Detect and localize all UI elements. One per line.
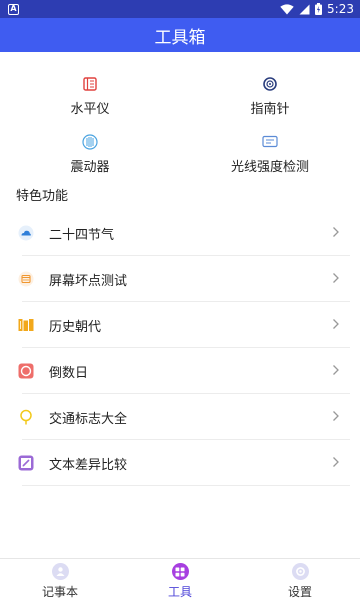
notebook-icon: [51, 563, 69, 580]
list-item-label: 屏幕坏点测试: [49, 273, 128, 289]
signal-icon: [299, 4, 310, 14]
tool-level[interactable]: 水平仪: [0, 74, 180, 120]
list-item-label: 交通标志大全: [49, 411, 128, 427]
list-item-screen-test[interactable]: 屏幕坏点测试: [0, 256, 360, 302]
compass-icon: [263, 77, 277, 91]
nav-label: 记事本: [41, 585, 78, 599]
vibrator-icon: [82, 134, 98, 150]
list-item-countdown[interactable]: 倒数日: [0, 348, 360, 394]
tool-compass[interactable]: 指南针: [180, 74, 360, 120]
list-item-text-diff[interactable]: 文本差异比较: [0, 440, 360, 486]
bottom-navigation: 记事本 工具 设置: [0, 558, 360, 600]
list-item-history-dynasty[interactable]: 历史朝代: [0, 302, 360, 348]
list-item-label: 文本差异比较: [49, 457, 128, 473]
list-item-label: 历史朝代: [49, 319, 102, 335]
light-meter-icon: [262, 135, 278, 148]
divider: [22, 485, 350, 486]
nav-notebook[interactable]: 记事本: [0, 559, 120, 600]
chevron-right-icon: [333, 227, 339, 237]
history-dynasty-icon: [18, 319, 34, 331]
battery-icon: [315, 3, 323, 15]
wifi-icon: [280, 3, 294, 15]
list-item-label: 倒数日: [49, 365, 89, 381]
tool-label: 指南针: [250, 102, 290, 117]
list-item-traffic-sign[interactable]: 交通标志大全: [0, 394, 360, 440]
chevron-right-icon: [333, 457, 339, 467]
traffic-sign-icon: [20, 409, 32, 425]
page-title: 工具箱: [154, 27, 206, 48]
countdown-icon: [18, 363, 34, 379]
text-diff-icon: [18, 455, 34, 471]
nav-settings[interactable]: 设置: [240, 559, 360, 600]
tool-label: 震动器: [70, 160, 110, 175]
level-icon: [83, 77, 97, 91]
tool-label: 光线强度检测: [230, 160, 309, 175]
status-time: 5:23: [327, 2, 354, 16]
tool-vibrator[interactable]: 震动器: [0, 132, 180, 178]
feature-list: 二十四节气 屏幕坏点测试 历史朝代 倒数日 交通标志大全 文本差异比较: [0, 210, 360, 486]
nav-label: 工具: [167, 585, 192, 599]
status-bar: A 5:23: [0, 0, 360, 18]
app-bar: 工具箱: [0, 18, 360, 52]
tools-icon: [171, 563, 189, 580]
nav-tools[interactable]: 工具: [120, 559, 240, 600]
android-a-icon: A: [8, 3, 19, 15]
chevron-right-icon: [333, 319, 339, 329]
solar-terms-icon: [18, 225, 34, 241]
screen-test-icon: [18, 271, 34, 287]
tool-label: 水平仪: [70, 102, 110, 117]
settings-icon: [291, 563, 309, 580]
list-item-label: 二十四节气: [49, 227, 115, 243]
nav-label: 设置: [287, 585, 312, 599]
list-item-solar-terms[interactable]: 二十四节气: [0, 210, 360, 256]
tool-light-meter[interactable]: 光线强度检测: [180, 132, 360, 178]
chevron-right-icon: [333, 365, 339, 375]
section-title: 特色功能: [16, 189, 69, 204]
chevron-right-icon: [333, 273, 339, 283]
chevron-right-icon: [333, 411, 339, 421]
